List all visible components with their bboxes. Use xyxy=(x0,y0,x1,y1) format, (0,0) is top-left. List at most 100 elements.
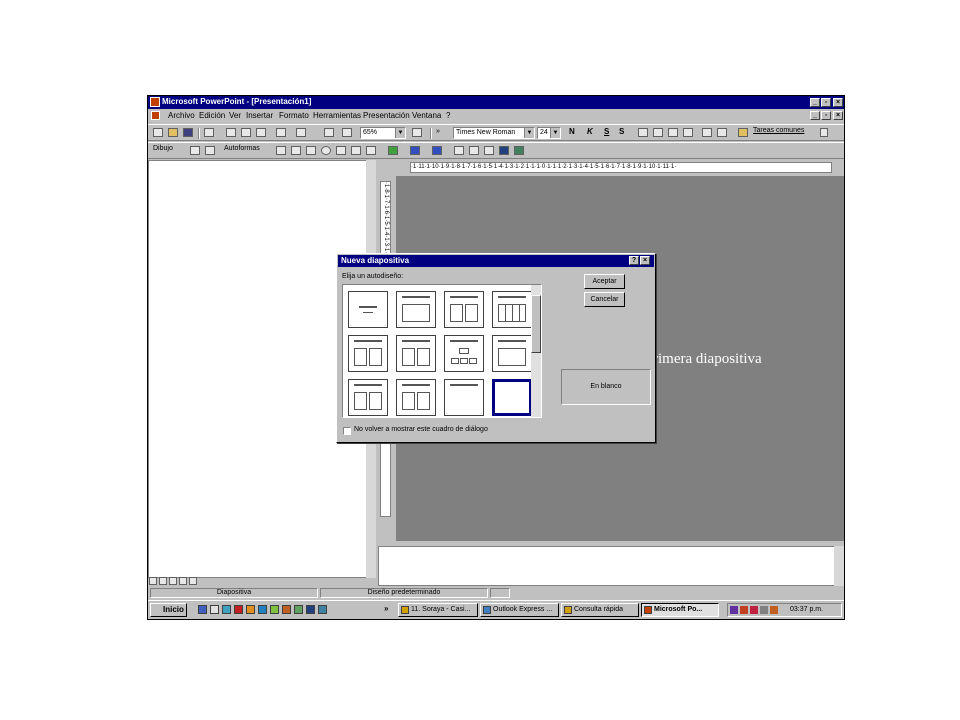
align-left-icon[interactable] xyxy=(638,128,648,137)
font-select[interactable]: Times New Roman ▼ xyxy=(453,127,535,139)
open-icon[interactable] xyxy=(168,128,178,137)
sorter-view-icon[interactable] xyxy=(179,577,187,585)
layout-title-slide[interactable] xyxy=(348,291,388,328)
shadow-button[interactable]: S xyxy=(619,127,631,138)
tray-icon-3[interactable] xyxy=(750,606,758,614)
more-buttons-icon[interactable]: » xyxy=(436,128,442,137)
bullets-icon[interactable] xyxy=(717,128,727,137)
wordart-icon[interactable] xyxy=(351,146,361,155)
doc-restore-icon[interactable]: ▫ xyxy=(821,111,831,120)
font-size-select[interactable]: 24 ▼ xyxy=(537,127,561,139)
chevron-down-icon[interactable]: ▼ xyxy=(395,128,405,138)
line-color-icon[interactable] xyxy=(410,146,420,155)
cancel-button[interactable]: Cancelar xyxy=(584,292,625,307)
tray-icon-4[interactable] xyxy=(760,606,768,614)
clipart-icon[interactable] xyxy=(366,146,376,155)
rectangle-icon[interactable] xyxy=(306,146,316,155)
start-button[interactable]: Inicio xyxy=(150,603,187,617)
dont-show-checkbox[interactable] xyxy=(343,427,351,435)
layout-two-column-text[interactable] xyxy=(444,291,484,328)
new-icon[interactable] xyxy=(153,128,163,137)
tray-icon-5[interactable] xyxy=(770,606,778,614)
accept-button[interactable]: Aceptar xyxy=(584,274,625,289)
align-center-icon[interactable] xyxy=(653,128,663,137)
justify-icon[interactable] xyxy=(683,128,693,137)
underline-button[interactable]: S xyxy=(604,127,616,138)
shadow-icon[interactable] xyxy=(499,146,509,155)
layout-text-and-chart[interactable] xyxy=(348,335,388,372)
quicklaunch-icon-10[interactable] xyxy=(306,605,315,614)
task-powerpoint[interactable]: Microsoft Po... xyxy=(641,603,719,617)
menu-ventana[interactable]: Ventana xyxy=(412,111,441,120)
dialog-close-icon[interactable]: × xyxy=(640,256,650,265)
undo-icon[interactable] xyxy=(276,128,286,137)
autolayout-gallery[interactable] xyxy=(342,284,542,418)
slideshow-icon[interactable] xyxy=(189,577,197,585)
layout-title-only[interactable] xyxy=(444,379,484,416)
task-soraya[interactable]: 11. Soraya - Casi... xyxy=(398,603,478,617)
tray-icon-1[interactable] xyxy=(730,606,738,614)
task-outlook[interactable]: Outlook Express ... xyxy=(480,603,559,617)
clock[interactable]: 03:37 p.m. xyxy=(790,604,823,616)
quicklaunch-icon-5[interactable] xyxy=(246,605,255,614)
bold-button[interactable]: N xyxy=(569,127,581,138)
quicklaunch-icon-9[interactable] xyxy=(294,605,303,614)
tray-icon-2[interactable] xyxy=(740,606,748,614)
fill-color-icon[interactable] xyxy=(388,146,398,155)
slide-view-icon[interactable] xyxy=(169,577,177,585)
quicklaunch-icon-6[interactable] xyxy=(258,605,267,614)
quicklaunch-icon-4[interactable] xyxy=(234,605,243,614)
print-icon[interactable] xyxy=(204,128,214,137)
tareas-comunes-button[interactable]: Tareas comunes xyxy=(753,127,823,138)
table-icon[interactable] xyxy=(342,128,352,137)
numbering-icon[interactable] xyxy=(702,128,712,137)
menu-formato[interactable]: Formato xyxy=(279,111,309,120)
outline-view-icon[interactable] xyxy=(159,577,167,585)
layout-bulleted-list[interactable] xyxy=(396,291,436,328)
oval-icon[interactable] xyxy=(321,146,331,155)
layout-clipart-and-text[interactable] xyxy=(396,379,436,416)
arrow-icon[interactable] xyxy=(291,146,301,155)
zoom-select[interactable]: 65% ▼ xyxy=(360,127,406,139)
redo-icon[interactable] xyxy=(296,128,306,137)
dialog-help-icon[interactable]: ? xyxy=(629,256,639,265)
more-icon[interactable]: » xyxy=(384,604,388,613)
quicklaunch-icon-11[interactable] xyxy=(318,605,327,614)
quicklaunch-icon-3[interactable] xyxy=(222,605,231,614)
quicklaunch-icon-8[interactable] xyxy=(282,605,291,614)
slide-title-text[interactable]: rimera diapositiva xyxy=(653,351,762,368)
notes-scrollbar[interactable] xyxy=(834,546,844,586)
quicklaunch-icon-2[interactable] xyxy=(210,605,219,614)
doc-minimize-icon[interactable]: _ xyxy=(810,111,820,120)
menu-help[interactable]: ? xyxy=(446,111,450,120)
layout-text-and-clipart[interactable] xyxy=(348,379,388,416)
gallery-scroll-thumb[interactable] xyxy=(531,295,541,353)
menu-edicion[interactable]: Edición xyxy=(199,111,225,120)
powerpoint-app-icon[interactable] xyxy=(150,97,160,107)
notes-pane[interactable] xyxy=(378,546,844,586)
layout-org-chart[interactable] xyxy=(444,335,484,372)
help-icon[interactable] xyxy=(412,128,422,137)
layout-table[interactable] xyxy=(492,291,532,328)
menu-ver[interactable]: Ver xyxy=(229,111,241,120)
line-style-icon[interactable] xyxy=(454,146,464,155)
restore-icon[interactable]: ▫ xyxy=(821,98,831,107)
quicklaunch-icon-7[interactable] xyxy=(270,605,279,614)
menu-herramientas[interactable]: Herramientas xyxy=(313,111,361,120)
dibujo-menu[interactable]: Dibujo xyxy=(153,145,183,156)
layout-chart[interactable] xyxy=(492,335,532,372)
document-icon[interactable] xyxy=(151,111,160,120)
font-color-icon[interactable] xyxy=(432,146,442,155)
line-icon[interactable] xyxy=(276,146,286,155)
insert-chart-icon[interactable] xyxy=(324,128,334,137)
tasks-icon[interactable] xyxy=(738,128,748,137)
doc-close-icon[interactable]: × xyxy=(833,111,843,120)
normal-view-icon[interactable] xyxy=(149,577,157,585)
select-objects-icon[interactable] xyxy=(190,146,200,155)
ie-icon[interactable] xyxy=(198,605,207,614)
gallery-scrollbar[interactable] xyxy=(531,285,541,417)
3d-icon[interactable] xyxy=(514,146,524,155)
format-painter-icon[interactable] xyxy=(256,128,266,137)
save-icon[interactable] xyxy=(183,128,193,137)
layout-blank[interactable] xyxy=(492,379,532,416)
